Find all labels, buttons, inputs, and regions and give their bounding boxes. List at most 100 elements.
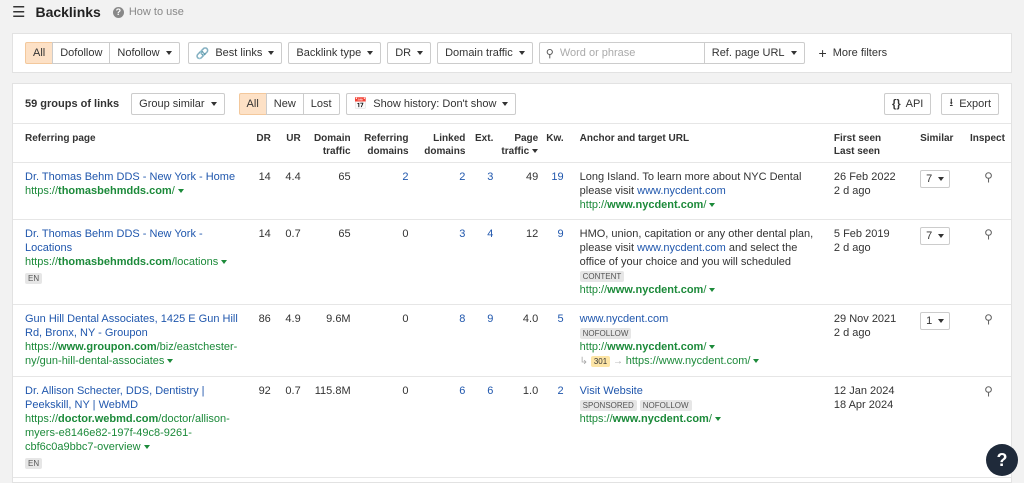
backlink-type-dropdown[interactable]: Backlink type [288,42,382,64]
keywords-value[interactable]: 19 [551,171,563,183]
export-label: Export [959,97,991,110]
status-new-button[interactable]: New [265,92,304,115]
first-seen-date: 12 Jan 2024 [833,385,895,397]
backlinks-table: Referring page DR UR Domain traffic Refe… [13,124,1011,478]
show-history-dropdown[interactable]: 📅 Show history: Don't show [345,92,517,115]
chevron-down-icon[interactable] [221,260,228,265]
search-field[interactable]: ⚲ [538,42,705,64]
col-dr[interactable]: DR [244,124,275,163]
col-page-traffic[interactable]: Page traffic [497,124,543,163]
first-seen-date: 26 Feb 2022 [833,171,896,183]
url-path: / [703,341,707,353]
keywords-value[interactable]: 5 [558,313,564,325]
anchor-link[interactable]: www.nycdent.com [580,313,669,325]
how-to-use-link[interactable]: ? How to use [112,6,184,18]
referring-page-title[interactable]: Dr. Thomas Behm DDS - New York - Locatio… [25,228,203,254]
ref-page-url-dropdown[interactable]: Ref. page URL [703,42,805,64]
inspect-icon[interactable]: ⚲ [984,170,993,184]
external-links-value[interactable]: 9 [487,313,493,325]
more-filters-button[interactable]: + More filters [819,45,888,61]
referring-page-title[interactable]: Dr. Thomas Behm DDS - New York - Home [25,171,235,183]
col-kw[interactable]: Kw. [542,124,568,163]
target-url[interactable]: http://www.nycdent.com/ [580,198,826,212]
col-anchor[interactable]: Anchor and target URL [567,124,830,163]
chevron-down-icon[interactable] [753,359,760,364]
linked-domains-value[interactable]: 2 [459,171,465,183]
target-url[interactable]: http://www.nycdent.com/ [580,283,826,297]
col-similar[interactable]: Similar [916,124,966,163]
history-status-group: All New Lost [238,92,340,115]
filter-dofollow-button[interactable]: Dofollow [52,42,111,64]
api-button[interactable]: {} API [884,92,932,115]
chevron-down-icon[interactable] [167,359,174,364]
col-linked-domains[interactable]: Linked domains [412,124,470,163]
external-links-value[interactable]: 6 [487,385,493,397]
referring-domains-value[interactable]: 2 [402,171,408,183]
col-referring-domains[interactable]: Referring domains [354,124,413,163]
chevron-down-icon[interactable] [709,288,716,293]
anchor-link[interactable]: Visit Website [580,385,643,397]
domain-traffic-value: 115.8M [304,376,355,478]
group-similar-dropdown[interactable]: Group similar [131,92,225,115]
anchor-link[interactable]: www.nycdent.com [637,242,726,254]
table-header-row: Referring page DR UR Domain traffic Refe… [13,124,1011,163]
best-links-button[interactable]: 🔗 Best links [187,42,283,64]
redirect-arrow-icon: ↳ [579,356,589,367]
col-domain-traffic[interactable]: Domain traffic [304,124,355,163]
menu-icon[interactable]: ☰ [12,3,25,21]
linked-domains-value[interactable]: 6 [459,385,465,397]
col-ext[interactable]: Ext. [469,124,498,163]
similar-dropdown[interactable]: 1 [920,312,951,330]
keywords-value[interactable]: 9 [558,228,564,240]
target-url[interactable]: http://www.nycdent.com/ [580,340,826,354]
linked-domains-value[interactable]: 3 [459,228,465,240]
referring-page-url[interactable]: https://doctor.webmd.com/doctor/allison-… [25,412,241,454]
referring-page-url[interactable]: https://thomasbehmdds.com/locations [25,255,241,269]
domain-traffic-dropdown[interactable]: Domain traffic [437,42,533,64]
external-links-value[interactable]: 3 [487,171,493,183]
calendar-icon: 📅 [353,98,368,110]
chevron-down-icon[interactable] [709,203,716,208]
chevron-down-icon[interactable] [709,345,716,350]
braces-icon: {} [892,97,901,110]
url-path: / [703,284,707,296]
filter-nofollow-button[interactable]: Nofollow [109,42,180,64]
arrow-right-icon: → [612,356,623,367]
col-referring-page[interactable]: Referring page [13,124,245,163]
referring-page-title[interactable]: Gun Hill Dental Associates, 1425 E Gun H… [25,313,238,339]
col-ur[interactable]: UR [274,124,305,163]
referring-page-url[interactable]: https://thomasbehmdds.com/ [25,184,241,198]
inspect-icon[interactable]: ⚲ [984,227,993,241]
inspect-icon[interactable]: ⚲ [984,384,993,398]
referring-page-title[interactable]: Dr. Allison Schecter, DDS, Dentistry | P… [25,385,205,411]
external-links-value[interactable]: 4 [487,228,493,240]
url-domain: thomasbehmdds.com [58,185,172,197]
inspect-icon[interactable]: ⚲ [984,312,993,326]
linked-domains-value[interactable]: 8 [459,313,465,325]
status-all-button[interactable]: All [238,92,267,115]
target-url[interactable]: https://www.nycdent.com/ [580,412,826,426]
filter-all-button[interactable]: All [25,42,54,64]
chevron-down-icon[interactable] [143,445,150,450]
redirect-target-url[interactable]: https://www.nycdent.com/ [626,355,751,367]
anchor-link[interactable]: www.nycdent.com [637,185,726,197]
referring-page-url[interactable]: https://www.groupon.com/biz/eastchester-… [25,340,241,368]
dr-dropdown[interactable]: DR [387,42,432,64]
anchor-text: HMO, union, capitation or any other dent… [580,227,826,269]
keywords-value[interactable]: 2 [558,385,564,397]
referring-domains-value: 0 [402,228,409,240]
domain-traffic-value: 9.6M [304,304,355,377]
chevron-down-icon[interactable] [714,417,721,422]
chevron-down-icon[interactable] [177,189,184,194]
show-history-label: Show history: Don't show [373,97,497,110]
dr-value: 86 [244,304,275,377]
status-lost-button[interactable]: Lost [302,92,340,115]
similar-dropdown[interactable]: 7 [920,170,951,188]
first-seen-date: 29 Nov 2021 [833,313,897,325]
help-button[interactable]: ? [986,444,1018,476]
search-input[interactable] [559,47,690,59]
similar-dropdown[interactable]: 7 [920,227,951,245]
col-seen[interactable]: First seen Last seen [829,124,917,163]
export-button[interactable]: ⭳ Export [941,92,999,115]
url-path: /locations [171,256,219,268]
